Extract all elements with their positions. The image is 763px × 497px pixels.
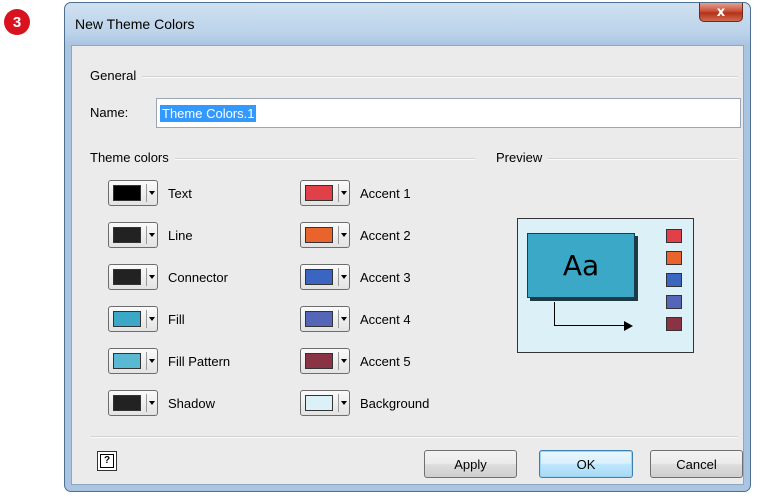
dropdown-arrow-icon bbox=[341, 233, 347, 237]
accent-5-color-label: Accent 5 bbox=[360, 353, 411, 369]
color-row-line: Line bbox=[108, 222, 193, 248]
general-group-rule bbox=[90, 76, 738, 78]
color-swatch bbox=[305, 311, 333, 327]
help-button[interactable]: ? bbox=[97, 451, 117, 471]
accent-5-color-picker[interactable] bbox=[300, 348, 350, 374]
text-color-label: Text bbox=[168, 185, 192, 201]
color-swatch bbox=[305, 185, 333, 201]
color-swatch bbox=[113, 353, 141, 369]
preview-accent-swatch bbox=[666, 251, 682, 265]
help-icon: ? bbox=[100, 454, 114, 468]
dropdown-arrow-icon bbox=[341, 359, 347, 363]
theme-preview: Aa bbox=[517, 218, 694, 353]
preview-arrow-icon bbox=[624, 321, 633, 331]
dropdown-arrow-icon bbox=[149, 401, 155, 405]
theme-colors-group-label: Theme colors bbox=[90, 150, 175, 165]
shadow-color-picker[interactable] bbox=[108, 390, 158, 416]
dialog-title: New Theme Colors bbox=[75, 16, 195, 32]
preview-sample-text: Aa bbox=[562, 249, 600, 282]
background-color-label: Background bbox=[360, 395, 430, 411]
color-swatch bbox=[305, 353, 333, 369]
dropdown-arrow-icon bbox=[341, 191, 347, 195]
accent-1-color-label: Accent 1 bbox=[360, 185, 411, 201]
preview-accent-swatch bbox=[666, 229, 682, 243]
dropdown-arrow-icon bbox=[149, 275, 155, 279]
accent-2-color-picker[interactable] bbox=[300, 222, 350, 248]
text-color-picker[interactable] bbox=[108, 180, 158, 206]
dialog-body: General Name: Theme Colors.1 Theme color… bbox=[71, 45, 744, 485]
accent-3-color-picker[interactable] bbox=[300, 264, 350, 290]
color-swatch bbox=[113, 185, 141, 201]
dropdown-arrow-icon bbox=[341, 317, 347, 321]
color-swatch bbox=[113, 311, 141, 327]
color-row-accent-4: Accent 4 bbox=[300, 306, 411, 332]
color-row-background: Background bbox=[300, 390, 429, 416]
line-color-label: Line bbox=[168, 227, 193, 243]
line-color-picker[interactable] bbox=[108, 222, 158, 248]
close-icon: x bbox=[716, 4, 726, 20]
ok-button[interactable]: OK bbox=[539, 450, 633, 478]
step-number-badge: 3 bbox=[4, 9, 30, 35]
dropdown-arrow-icon bbox=[149, 191, 155, 195]
fill-pattern-color-label: Fill Pattern bbox=[168, 353, 231, 369]
fill-pattern-color-picker[interactable] bbox=[108, 348, 158, 374]
color-row-fill-pattern: Fill Pattern bbox=[108, 348, 230, 374]
accent-4-color-label: Accent 4 bbox=[360, 311, 411, 327]
color-row-connector: Connector bbox=[108, 264, 228, 290]
dropdown-arrow-icon bbox=[341, 401, 347, 405]
cancel-button[interactable]: Cancel bbox=[650, 450, 743, 478]
background-color-picker[interactable] bbox=[300, 390, 350, 416]
close-button[interactable]: x bbox=[699, 3, 743, 22]
color-row-accent-3: Accent 3 bbox=[300, 264, 411, 290]
color-swatch bbox=[305, 269, 333, 285]
fill-color-label: Fill bbox=[168, 311, 185, 327]
new-theme-colors-dialog: New Theme Colors x General Name: Theme C… bbox=[64, 2, 751, 492]
dropdown-arrow-icon bbox=[149, 233, 155, 237]
color-swatch bbox=[305, 227, 333, 243]
preview-sample-card: Aa bbox=[527, 233, 635, 298]
preview-connector-line bbox=[554, 325, 626, 326]
name-label: Name: bbox=[90, 105, 129, 120]
apply-button[interactable]: Apply bbox=[424, 450, 517, 478]
color-row-accent-2: Accent 2 bbox=[300, 222, 411, 248]
color-row-shadow: Shadow bbox=[108, 390, 215, 416]
color-row-accent-1: Accent 1 bbox=[300, 180, 411, 206]
footer-separator bbox=[90, 436, 738, 438]
name-input[interactable]: Theme Colors.1 bbox=[156, 98, 741, 128]
connector-color-picker[interactable] bbox=[108, 264, 158, 290]
accent-4-color-picker[interactable] bbox=[300, 306, 350, 332]
color-swatch bbox=[113, 269, 141, 285]
preview-group-label: Preview bbox=[496, 150, 549, 165]
preview-accent-swatch bbox=[666, 317, 682, 331]
accent-2-color-label: Accent 2 bbox=[360, 227, 411, 243]
general-group-label: General bbox=[90, 68, 143, 83]
color-row-accent-5: Accent 5 bbox=[300, 348, 411, 374]
preview-accent-swatch bbox=[666, 273, 682, 287]
dropdown-arrow-icon bbox=[149, 317, 155, 321]
color-row-text: Text bbox=[108, 180, 192, 206]
color-swatch bbox=[305, 395, 333, 411]
name-input-value: Theme Colors.1 bbox=[160, 104, 257, 122]
accent-1-color-picker[interactable] bbox=[300, 180, 350, 206]
dropdown-arrow-icon bbox=[341, 275, 347, 279]
preview-accent-swatch bbox=[666, 295, 682, 309]
accent-3-color-label: Accent 3 bbox=[360, 269, 411, 285]
color-swatch bbox=[113, 395, 141, 411]
connector-color-label: Connector bbox=[168, 269, 228, 285]
color-row-fill: Fill bbox=[108, 306, 185, 332]
preview-connector-line bbox=[554, 302, 555, 325]
shadow-color-label: Shadow bbox=[168, 395, 215, 411]
dropdown-arrow-icon bbox=[149, 359, 155, 363]
color-swatch bbox=[113, 227, 141, 243]
fill-color-picker[interactable] bbox=[108, 306, 158, 332]
